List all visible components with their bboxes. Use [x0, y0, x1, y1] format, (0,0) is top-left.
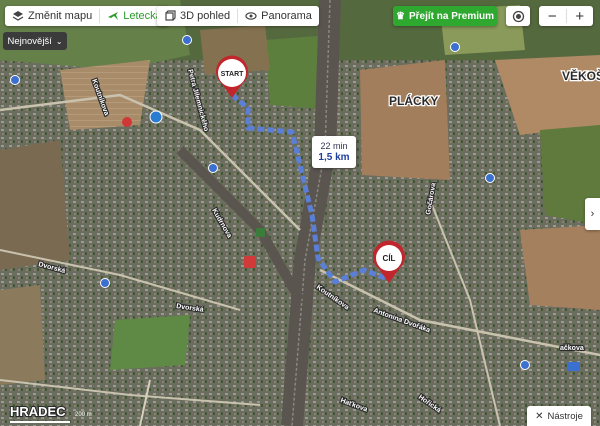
end-pin-label: CÍL	[383, 254, 396, 263]
aerial-label: Letecká	[123, 10, 162, 22]
field	[360, 60, 450, 180]
street-label: ačkova	[560, 345, 584, 352]
view-switcher: 3D pohled Panorama	[157, 6, 319, 26]
location-target-icon	[512, 10, 524, 22]
tools-icon: ✕	[535, 410, 544, 422]
sort-label: Nejnovější	[7, 35, 52, 47]
tools-button[interactable]: ✕ Nástroje	[527, 406, 591, 426]
locate-button[interactable]	[506, 6, 530, 26]
route-distance: 1,5 km	[318, 152, 350, 163]
eye-icon	[245, 12, 257, 20]
chevron-down-icon: ⌄	[55, 36, 63, 46]
bus-stop-icon[interactable]	[100, 278, 110, 288]
bus-stop-icon[interactable]	[208, 163, 218, 173]
restaurant-icon[interactable]	[244, 256, 256, 268]
side-panel-toggle[interactable]: ›	[585, 198, 600, 230]
zoom-out-button[interactable]: −	[539, 8, 566, 25]
hospital-icon[interactable]	[122, 117, 132, 127]
panorama-label: Panorama	[261, 10, 312, 22]
place-label-vekos: VĚKOŠ	[562, 68, 600, 83]
tools-label: Nástroje	[547, 410, 583, 422]
premium-button[interactable]: ♛ Přejít na Premium	[393, 6, 497, 26]
field	[0, 285, 45, 385]
bus-stop-icon[interactable]	[182, 35, 192, 45]
mail-icon[interactable]	[568, 362, 580, 371]
scale-label: 200 m	[75, 412, 92, 418]
bus-stop-icon[interactable]	[485, 173, 495, 183]
bus-stop-icon[interactable]	[520, 360, 530, 370]
route-duration: 22 min	[320, 141, 348, 151]
panorama-button[interactable]: Panorama	[238, 6, 319, 26]
place-label-hradec: HRADEC	[10, 404, 66, 419]
view3d-label: 3D pohled	[180, 10, 231, 22]
shop-icon[interactable]	[256, 228, 265, 237]
field	[60, 60, 150, 130]
bus-stop-icon[interactable]	[10, 75, 20, 85]
field	[520, 225, 600, 310]
zoom-in-button[interactable]: +	[567, 8, 594, 25]
plane-icon	[108, 12, 119, 20]
view3d-button[interactable]: 3D pohled	[157, 6, 237, 26]
place-label-placky: PLÁCKY	[389, 93, 438, 108]
sort-dropdown[interactable]: Nejnovější ⌄	[3, 32, 67, 50]
field	[0, 140, 70, 270]
fuel-station-icon[interactable]	[149, 110, 163, 124]
aerial-map[interactable]: PLÁCKY VĚKOŠ HRADEC Koutníkova Petra Jil…	[0, 0, 600, 426]
route-info-box[interactable]: 22 min 1,5 km	[312, 136, 356, 168]
change-map-button[interactable]: Změnit mapu	[5, 6, 99, 26]
chevron-right-icon: ›	[590, 208, 595, 220]
cube-icon	[165, 10, 176, 21]
premium-label: Přejít na Premium	[408, 10, 494, 22]
layers-icon	[12, 11, 24, 21]
map-type-switcher: Změnit mapu Letecká	[5, 6, 169, 26]
bus-stop-icon[interactable]	[450, 42, 460, 52]
crown-icon: ♛	[396, 10, 405, 22]
park	[110, 315, 190, 370]
change-map-label: Změnit mapu	[28, 10, 93, 22]
zoom-controls: − +	[539, 6, 593, 26]
start-pin-label: START	[221, 71, 245, 78]
